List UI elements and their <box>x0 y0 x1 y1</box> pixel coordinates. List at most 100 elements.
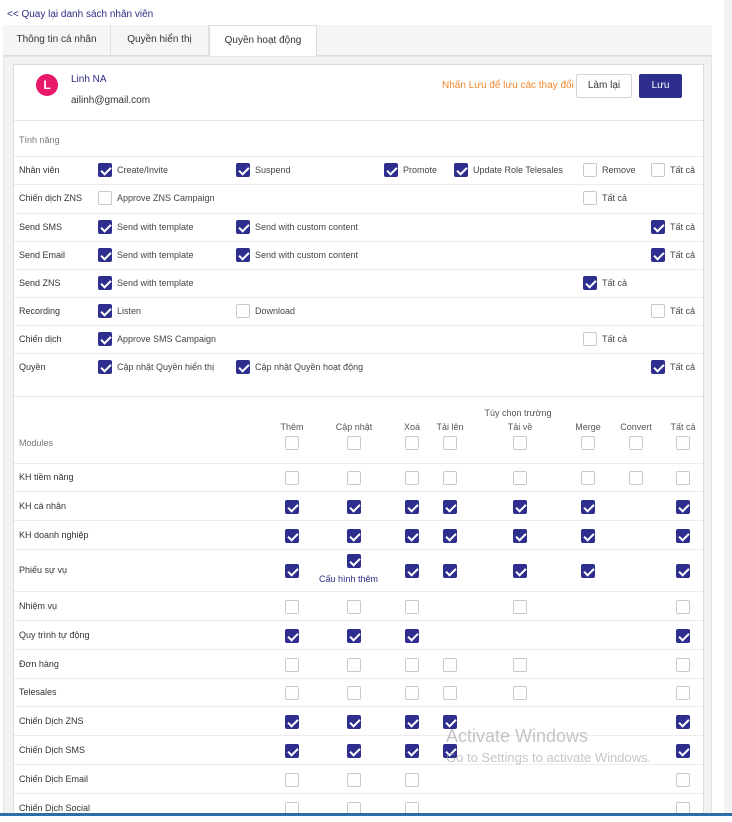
select-all-option[interactable]: Tất cả <box>651 303 695 319</box>
select-all-checkbox[interactable] <box>583 191 597 205</box>
feature-option[interactable]: Listen <box>98 303 141 319</box>
feature-option[interactable]: Create/Invite <box>98 162 168 178</box>
feature-checkbox[interactable] <box>98 191 112 205</box>
select-all-checkbox[interactable] <box>651 220 665 234</box>
column-select-all-checkbox[interactable] <box>676 436 690 450</box>
module-permission-checkbox[interactable] <box>347 629 361 643</box>
feature-checkbox[interactable] <box>454 163 468 177</box>
module-permission-checkbox[interactable] <box>347 529 361 543</box>
feature-option[interactable]: Send with template <box>98 275 194 291</box>
module-permission-checkbox[interactable] <box>405 471 419 485</box>
feature-option[interactable]: Suspend <box>236 162 291 178</box>
feature-checkbox[interactable] <box>236 304 250 318</box>
module-permission-checkbox[interactable] <box>285 715 299 729</box>
module-permission-checkbox[interactable] <box>443 471 457 485</box>
feature-option[interactable]: Cập nhật Quyền hoạt động <box>236 359 363 375</box>
feature-option[interactable]: Cập nhật Quyền hiển thị <box>98 359 214 375</box>
module-permission-checkbox[interactable] <box>347 744 361 758</box>
column-select-all-checkbox[interactable] <box>285 436 299 450</box>
module-permission-checkbox[interactable] <box>443 686 457 700</box>
module-permission-checkbox[interactable] <box>347 500 361 514</box>
module-permission-checkbox[interactable] <box>676 629 690 643</box>
module-permission-checkbox[interactable] <box>581 471 595 485</box>
module-permission-checkbox[interactable] <box>285 471 299 485</box>
reset-button[interactable]: Làm lại <box>576 74 632 98</box>
feature-checkbox[interactable] <box>98 332 112 346</box>
module-permission-checkbox[interactable] <box>405 564 419 578</box>
select-all-option[interactable]: Tất cả <box>583 190 627 206</box>
module-permission-checkbox[interactable] <box>443 500 457 514</box>
module-permission-checkbox[interactable] <box>443 529 457 543</box>
select-all-checkbox[interactable] <box>651 360 665 374</box>
module-permission-checkbox[interactable] <box>581 500 595 514</box>
module-permission-checkbox[interactable] <box>405 658 419 672</box>
module-permission-checkbox[interactable] <box>676 600 690 614</box>
select-all-option[interactable]: Tất cả <box>651 219 695 235</box>
feature-option[interactable]: Send with template <box>98 247 194 263</box>
more-config-link[interactable]: Cấu hình thêm <box>319 574 378 584</box>
select-all-option[interactable]: Tất cả <box>651 359 695 375</box>
select-all-option[interactable]: Tất cả <box>651 162 695 178</box>
module-permission-checkbox[interactable] <box>347 686 361 700</box>
module-permission-checkbox[interactable] <box>347 600 361 614</box>
feature-checkbox[interactable] <box>384 163 398 177</box>
module-permission-checkbox[interactable] <box>405 686 419 700</box>
feature-checkbox[interactable] <box>236 248 250 262</box>
module-permission-checkbox[interactable] <box>285 500 299 514</box>
column-select-all-checkbox[interactable] <box>405 436 419 450</box>
feature-checkbox[interactable] <box>236 220 250 234</box>
module-permission-checkbox[interactable] <box>513 564 527 578</box>
feature-option[interactable]: Send with custom content <box>236 247 358 263</box>
select-all-checkbox[interactable] <box>651 163 665 177</box>
module-permission-checkbox[interactable] <box>405 744 419 758</box>
module-permission-checkbox[interactable] <box>285 629 299 643</box>
column-select-all-checkbox[interactable] <box>629 436 643 450</box>
module-permission-checkbox[interactable] <box>676 529 690 543</box>
module-permission-checkbox[interactable] <box>676 500 690 514</box>
column-select-all-checkbox[interactable] <box>581 436 595 450</box>
module-permission-checkbox[interactable] <box>676 686 690 700</box>
tab-display-permissions[interactable]: Quyền hiển thị <box>111 25 209 56</box>
feature-checkbox[interactable] <box>98 220 112 234</box>
module-permission-checkbox[interactable] <box>513 600 527 614</box>
module-permission-checkbox[interactable] <box>285 773 299 787</box>
module-permission-checkbox[interactable] <box>285 744 299 758</box>
module-permission-checkbox[interactable] <box>285 529 299 543</box>
module-permission-checkbox[interactable] <box>676 715 690 729</box>
module-permission-checkbox[interactable] <box>581 529 595 543</box>
module-permission-checkbox[interactable] <box>676 773 690 787</box>
module-permission-checkbox[interactable] <box>676 564 690 578</box>
module-permission-checkbox[interactable] <box>285 686 299 700</box>
module-permission-checkbox[interactable] <box>405 529 419 543</box>
select-all-option[interactable]: Tất cả <box>583 331 627 347</box>
module-permission-checkbox[interactable] <box>676 471 690 485</box>
feature-option[interactable]: Promote <box>384 162 437 178</box>
module-permission-checkbox[interactable] <box>513 686 527 700</box>
feature-checkbox[interactable] <box>236 163 250 177</box>
column-select-all-checkbox[interactable] <box>513 436 527 450</box>
module-permission-checkbox[interactable] <box>405 715 419 729</box>
save-button[interactable]: Lưu <box>639 74 682 98</box>
feature-checkbox[interactable] <box>98 276 112 290</box>
module-permission-checkbox[interactable] <box>347 773 361 787</box>
select-all-checkbox[interactable] <box>651 248 665 262</box>
vertical-scrollbar[interactable] <box>724 0 732 816</box>
module-permission-checkbox[interactable] <box>513 658 527 672</box>
select-all-checkbox[interactable] <box>583 332 597 346</box>
module-permission-checkbox[interactable] <box>513 471 527 485</box>
feature-option[interactable]: Send with template <box>98 219 194 235</box>
module-permission-checkbox[interactable] <box>347 715 361 729</box>
module-permission-checkbox[interactable] <box>347 554 361 568</box>
select-all-checkbox[interactable] <box>583 276 597 290</box>
feature-checkbox[interactable] <box>98 163 112 177</box>
module-permission-checkbox[interactable] <box>405 500 419 514</box>
feature-checkbox[interactable] <box>98 360 112 374</box>
module-permission-checkbox[interactable] <box>629 471 643 485</box>
module-permission-checkbox[interactable] <box>581 564 595 578</box>
feature-option[interactable]: Remove <box>583 162 636 178</box>
module-permission-checkbox[interactable] <box>676 744 690 758</box>
feature-checkbox[interactable] <box>236 360 250 374</box>
feature-option[interactable]: Download <box>236 303 295 319</box>
module-permission-checkbox[interactable] <box>285 564 299 578</box>
feature-option[interactable]: Update Role Telesales <box>454 162 563 178</box>
